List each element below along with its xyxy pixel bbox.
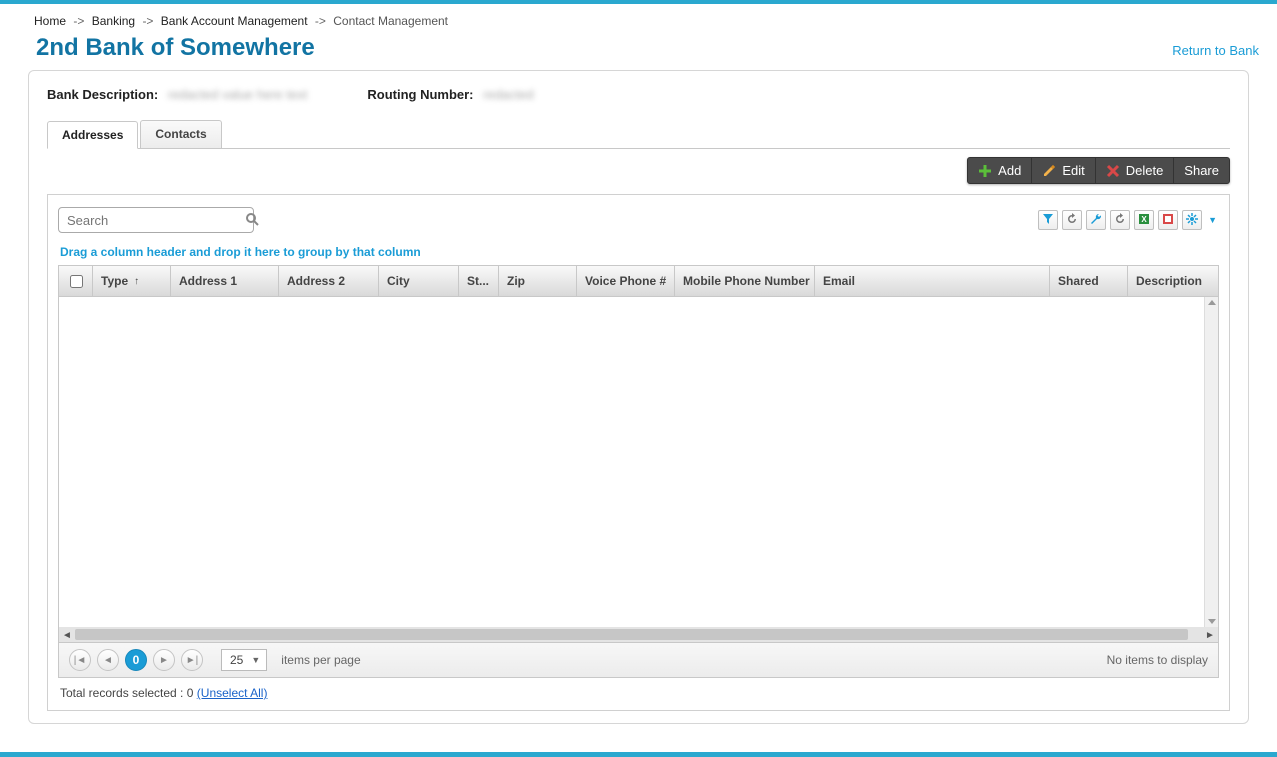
refresh-icon xyxy=(1114,213,1126,228)
vertical-scrollbar[interactable] xyxy=(1204,297,1218,627)
selected-label: Total records selected : xyxy=(60,686,183,700)
share-button[interactable]: Share xyxy=(1174,158,1229,183)
breadcrumb-sep: -> xyxy=(142,14,153,28)
export-excel-button[interactable]: X xyxy=(1134,210,1154,230)
x-icon xyxy=(1106,164,1120,178)
column-header-zip[interactable]: Zip xyxy=(499,266,577,296)
pencil-icon xyxy=(1042,164,1056,178)
selection-footer: Total records selected : 0 (Unselect All… xyxy=(58,678,1219,702)
breadcrumb-banking[interactable]: Banking xyxy=(92,14,135,28)
action-toolbar: Add Edit Delete Share xyxy=(967,157,1230,184)
scroll-thumb[interactable] xyxy=(75,629,1188,640)
wrench-icon xyxy=(1090,213,1102,228)
bank-meta: Bank Description: redacted value here te… xyxy=(47,87,1230,102)
column-header-state[interactable]: St... xyxy=(459,266,499,296)
page-title: 2nd Bank of Somewhere xyxy=(36,34,315,62)
refresh-button[interactable] xyxy=(1110,210,1130,230)
excel-icon: X xyxy=(1138,213,1150,228)
breadcrumb: Home -> Banking -> Bank Account Manageme… xyxy=(28,4,1265,32)
breadcrumb-bank-account-management[interactable]: Bank Account Management xyxy=(161,14,308,28)
select-all-checkbox[interactable] xyxy=(70,275,83,288)
column-header-shared[interactable]: Shared xyxy=(1050,266,1128,296)
pager-prev-button[interactable]: ◄ xyxy=(97,649,119,671)
chevron-down-icon[interactable]: ▼ xyxy=(1206,215,1219,225)
select-all-cell xyxy=(59,266,93,296)
breadcrumb-sep: -> xyxy=(315,14,326,28)
column-header-description[interactable]: Description xyxy=(1128,266,1218,296)
pager-first-button[interactable]: |◄ xyxy=(69,649,91,671)
add-button-label: Add xyxy=(998,163,1021,178)
sort-asc-icon: ↑ xyxy=(134,276,139,287)
grid-panel: X ▼ Drag a column header and drop it her… xyxy=(47,194,1230,711)
grid-options-button[interactable] xyxy=(1182,210,1202,230)
filter-button[interactable] xyxy=(1038,210,1058,230)
column-header-address1[interactable]: Address 1 xyxy=(171,266,279,296)
page-size-value: 25 xyxy=(230,653,243,667)
tab-contacts[interactable]: Contacts xyxy=(140,120,221,148)
column-label: Type xyxy=(101,274,128,288)
grid-body xyxy=(58,297,1219,627)
refresh-icon xyxy=(1066,213,1078,228)
no-items-label: No items to display xyxy=(1107,653,1208,667)
items-per-page-label: items per page xyxy=(281,653,360,667)
pager-next-button[interactable]: ► xyxy=(153,649,175,671)
edit-button-label: Edit xyxy=(1062,163,1084,178)
grid-mini-toolbar: X ▼ xyxy=(1038,210,1219,230)
breadcrumb-home[interactable]: Home xyxy=(34,14,66,28)
share-button-label: Share xyxy=(1184,163,1219,178)
pager: |◄ ◄ 0 ► ►| 25 ▼ items per page No items… xyxy=(58,643,1219,678)
edit-button[interactable]: Edit xyxy=(1032,158,1095,183)
breadcrumb-sep: -> xyxy=(73,14,84,28)
return-to-bank-link[interactable]: Return to Bank xyxy=(1172,43,1259,58)
tabs: Addresses Contacts xyxy=(47,120,1230,149)
filter-icon xyxy=(1042,213,1054,228)
delete-button[interactable]: Delete xyxy=(1096,158,1175,183)
group-by-hint[interactable]: Drag a column header and drop it here to… xyxy=(60,245,1219,259)
column-header-mobile-phone[interactable]: Mobile Phone Number xyxy=(675,266,815,296)
routing-number-label: Routing Number: xyxy=(367,87,473,102)
plus-icon xyxy=(978,164,992,178)
scroll-right-icon[interactable]: ► xyxy=(1204,629,1216,641)
unselect-all-link[interactable]: (Unselect All) xyxy=(197,686,268,700)
chevron-down-icon: ▼ xyxy=(251,655,260,665)
search-icon[interactable] xyxy=(245,212,259,229)
pager-last-button[interactable]: ►| xyxy=(181,649,203,671)
column-header-city[interactable]: City xyxy=(379,266,459,296)
column-header-voice-phone[interactable]: Voice Phone # xyxy=(577,266,675,296)
column-header-address2[interactable]: Address 2 xyxy=(279,266,379,296)
selected-count: 0 xyxy=(187,686,194,700)
page-size-select[interactable]: 25 ▼ xyxy=(221,649,267,671)
gear-icon xyxy=(1186,213,1198,228)
routing-number-value: redacted xyxy=(483,87,534,102)
column-header-email[interactable]: Email xyxy=(815,266,1050,296)
main-card: Bank Description: redacted value here te… xyxy=(28,70,1249,724)
pager-current-page[interactable]: 0 xyxy=(125,649,147,671)
search-input-wrapper xyxy=(58,207,254,233)
export-pdf-button[interactable] xyxy=(1158,210,1178,230)
svg-text:X: X xyxy=(1141,215,1147,224)
breadcrumb-current: Contact Management xyxy=(333,14,448,28)
horizontal-scrollbar[interactable]: ◄ ► xyxy=(58,627,1219,643)
bank-description-value: redacted value here text xyxy=(168,87,307,102)
pdf-icon xyxy=(1162,213,1174,228)
footer-stripe xyxy=(0,752,1277,757)
scroll-left-icon[interactable]: ◄ xyxy=(61,629,73,641)
grid-header: Type ↑ Address 1 Address 2 City St... Zi… xyxy=(58,265,1219,297)
add-button[interactable]: Add xyxy=(968,158,1032,183)
search-input[interactable] xyxy=(65,212,245,229)
bank-description-label: Bank Description: xyxy=(47,87,158,102)
settings-button[interactable] xyxy=(1086,210,1106,230)
refresh-filter-button[interactable] xyxy=(1062,210,1082,230)
column-header-type[interactable]: Type ↑ xyxy=(93,266,171,296)
delete-button-label: Delete xyxy=(1126,163,1164,178)
tab-addresses[interactable]: Addresses xyxy=(47,121,138,149)
